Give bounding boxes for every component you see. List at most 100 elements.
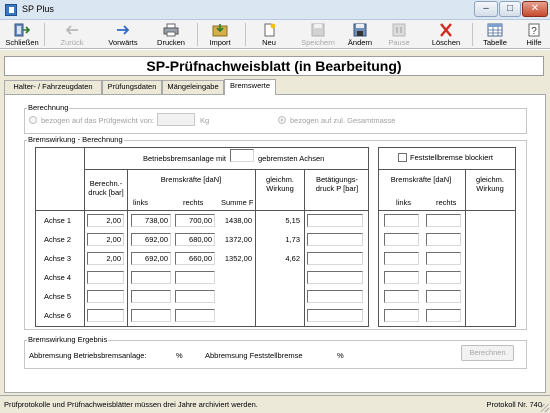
arrow-left-icon <box>65 25 78 35</box>
betaetigungsdruck-input[interactable] <box>307 214 363 227</box>
status-bar: Prüfprotokolle und Prüfnachweisblätter m… <box>0 395 550 413</box>
hilfe-button[interactable]: ? Hilfe <box>521 21 547 48</box>
import-button[interactable]: Import <box>203 21 237 48</box>
summe-value: 1372,00 <box>224 235 252 244</box>
links-input[interactable]: 692,00 <box>131 252 171 265</box>
rechts-input[interactable]: 660,00 <box>175 252 215 265</box>
feststell-rechts-input[interactable] <box>426 214 461 227</box>
minimize-button[interactable]: – <box>474 1 498 17</box>
pruefgewicht-input[interactable] <box>157 113 195 126</box>
betaetigungsdruck-input[interactable] <box>307 290 363 303</box>
druck-input[interactable] <box>87 290 124 303</box>
header-druck: Berechn.- druck [bar] <box>88 179 124 197</box>
pause-icon <box>392 23 406 37</box>
tabelle-button[interactable]: Tabelle <box>479 21 511 48</box>
links-input[interactable]: 692,00 <box>131 233 171 246</box>
speichern-button[interactable]: Speichern <box>297 21 339 48</box>
tab-halter-fahrzeugdaten[interactable]: Halter- / Fahrzeugdaten <box>4 80 102 94</box>
achse-label: Achse 5 <box>44 292 72 301</box>
feststell-rechts-input[interactable] <box>426 233 461 246</box>
app-icon <box>5 4 17 16</box>
feststellbremse-checkbox-label: Feststellbremse blockiert <box>410 153 493 162</box>
betaetigungsdruck-input[interactable] <box>307 233 363 246</box>
druck-input[interactable]: 2,00 <box>87 233 124 246</box>
feststell-rechts-input[interactable] <box>426 271 461 284</box>
rechts-input[interactable] <box>175 271 215 284</box>
tab-pruefungsdaten[interactable]: Prüfungsdaten <box>102 80 162 94</box>
toolbar: Schließen Zurück Vorwärts Drucken Import… <box>0 20 550 49</box>
header-links: links <box>133 198 149 207</box>
radio-pruefgewicht[interactable] <box>29 116 37 124</box>
help-icon: ? <box>528 23 540 37</box>
achse-label: Achse 2 <box>44 235 72 244</box>
links-input[interactable] <box>131 309 171 322</box>
links-input[interactable] <box>131 271 171 284</box>
resize-grip-icon[interactable] <box>541 404 549 412</box>
betriebsbremse-label: Betriebsbremsanlage mit <box>143 154 226 163</box>
betaetigungsdruck-input[interactable] <box>307 271 363 284</box>
neu-button[interactable]: Neu <box>254 21 284 48</box>
schliessen-button[interactable]: Schließen <box>4 21 40 48</box>
maximize-button[interactable]: □ <box>499 1 521 17</box>
radio-pruefgewicht-label: bezogen auf das Prüfgewicht von: <box>41 116 154 125</box>
berechnen-button[interactable]: Berechnen <box>461 345 514 361</box>
abbremsung-betriebsbremse-unit: % <box>176 351 183 360</box>
page-title: SP-Prüfnachweisblatt (in Bearbeitung) <box>4 56 544 76</box>
title-bar: SP Plus – □ ✕ <box>0 0 550 20</box>
header-betaetigungsdruck: Betätigungs- druck P [bar] <box>315 175 359 193</box>
berechnung-legend: Berechnung <box>27 103 70 112</box>
delete-icon <box>440 23 452 37</box>
feststell-rechts-input[interactable] <box>426 290 461 303</box>
aendern-button[interactable]: Ändern <box>344 21 376 48</box>
tab-bremswerte[interactable]: Bremswerte <box>224 79 276 95</box>
achse-label: Achse 3 <box>44 254 72 263</box>
feststell-links-input[interactable] <box>384 252 419 265</box>
svg-text:?: ? <box>531 26 537 37</box>
bremswirkung-legend: Bremswirkung - Berechnung <box>27 135 124 144</box>
status-message: Prüfprotokolle und Prüfnachweisblätter m… <box>4 400 258 409</box>
close-window-button[interactable]: ✕ <box>522 1 548 17</box>
feststell-links-input[interactable] <box>384 290 419 303</box>
rechts-input[interactable] <box>175 290 215 303</box>
feststell-links-input[interactable] <box>384 309 419 322</box>
rechts-input[interactable] <box>175 309 215 322</box>
radio-gesamtmasse[interactable] <box>278 116 286 124</box>
vorwaerts-button[interactable]: Vorwärts <box>103 21 143 48</box>
druck-input[interactable] <box>87 309 124 322</box>
druck-input[interactable] <box>87 271 124 284</box>
betaetigungsdruck-input[interactable] <box>307 309 363 322</box>
toolbar-separator <box>245 23 246 46</box>
printer-icon <box>163 23 179 37</box>
betaetigungsdruck-input[interactable] <box>307 252 363 265</box>
feststell-rechts-input[interactable] <box>426 252 461 265</box>
achse-label: Achse 6 <box>44 311 72 320</box>
rechts-input[interactable]: 680,00 <box>175 233 215 246</box>
achse-label: Achse 1 <box>44 216 72 225</box>
gleichm-value: 5,15 <box>285 216 300 225</box>
links-input[interactable] <box>131 290 171 303</box>
feststell-rechts-input[interactable] <box>426 309 461 322</box>
feststell-links-input[interactable] <box>384 214 419 227</box>
feststell-header-bremskraefte: Bremskräfte [daN] <box>390 175 452 184</box>
tab-maengeleingabe[interactable]: Mängeleingabe <box>162 80 224 94</box>
links-input[interactable]: 738,00 <box>131 214 171 227</box>
druck-input[interactable]: 2,00 <box>87 252 124 265</box>
feststellbremse-checkbox[interactable] <box>398 153 407 162</box>
zurueck-button[interactable]: Zurück <box>52 21 92 48</box>
protokoll-number: Protokoll Nr. 740 <box>486 400 542 409</box>
feststell-header-rechts: rechts <box>436 198 457 207</box>
loeschen-button[interactable]: Löschen <box>428 21 464 48</box>
rechts-input[interactable]: 700,00 <box>175 214 215 227</box>
gebremste-achsen-input[interactable] <box>230 149 254 162</box>
header-bremskraefte: Bremskräfte [daN] <box>160 175 222 184</box>
summe-value: 1438,00 <box>224 216 252 225</box>
feststell-links-input[interactable] <box>384 271 419 284</box>
header-rechts: rechts <box>183 198 204 207</box>
header-summe: Summe F <box>221 198 254 207</box>
pause-button[interactable]: Pause <box>384 21 414 48</box>
abbremsung-feststellbremse-label: Abbremsung Feststellbremse <box>205 351 303 360</box>
feststell-links-input[interactable] <box>384 233 419 246</box>
gebremste-achsen-label: gebremsten Achsen <box>258 154 325 163</box>
druck-input[interactable]: 2,00 <box>87 214 124 227</box>
drucken-button[interactable]: Drucken <box>153 21 189 48</box>
